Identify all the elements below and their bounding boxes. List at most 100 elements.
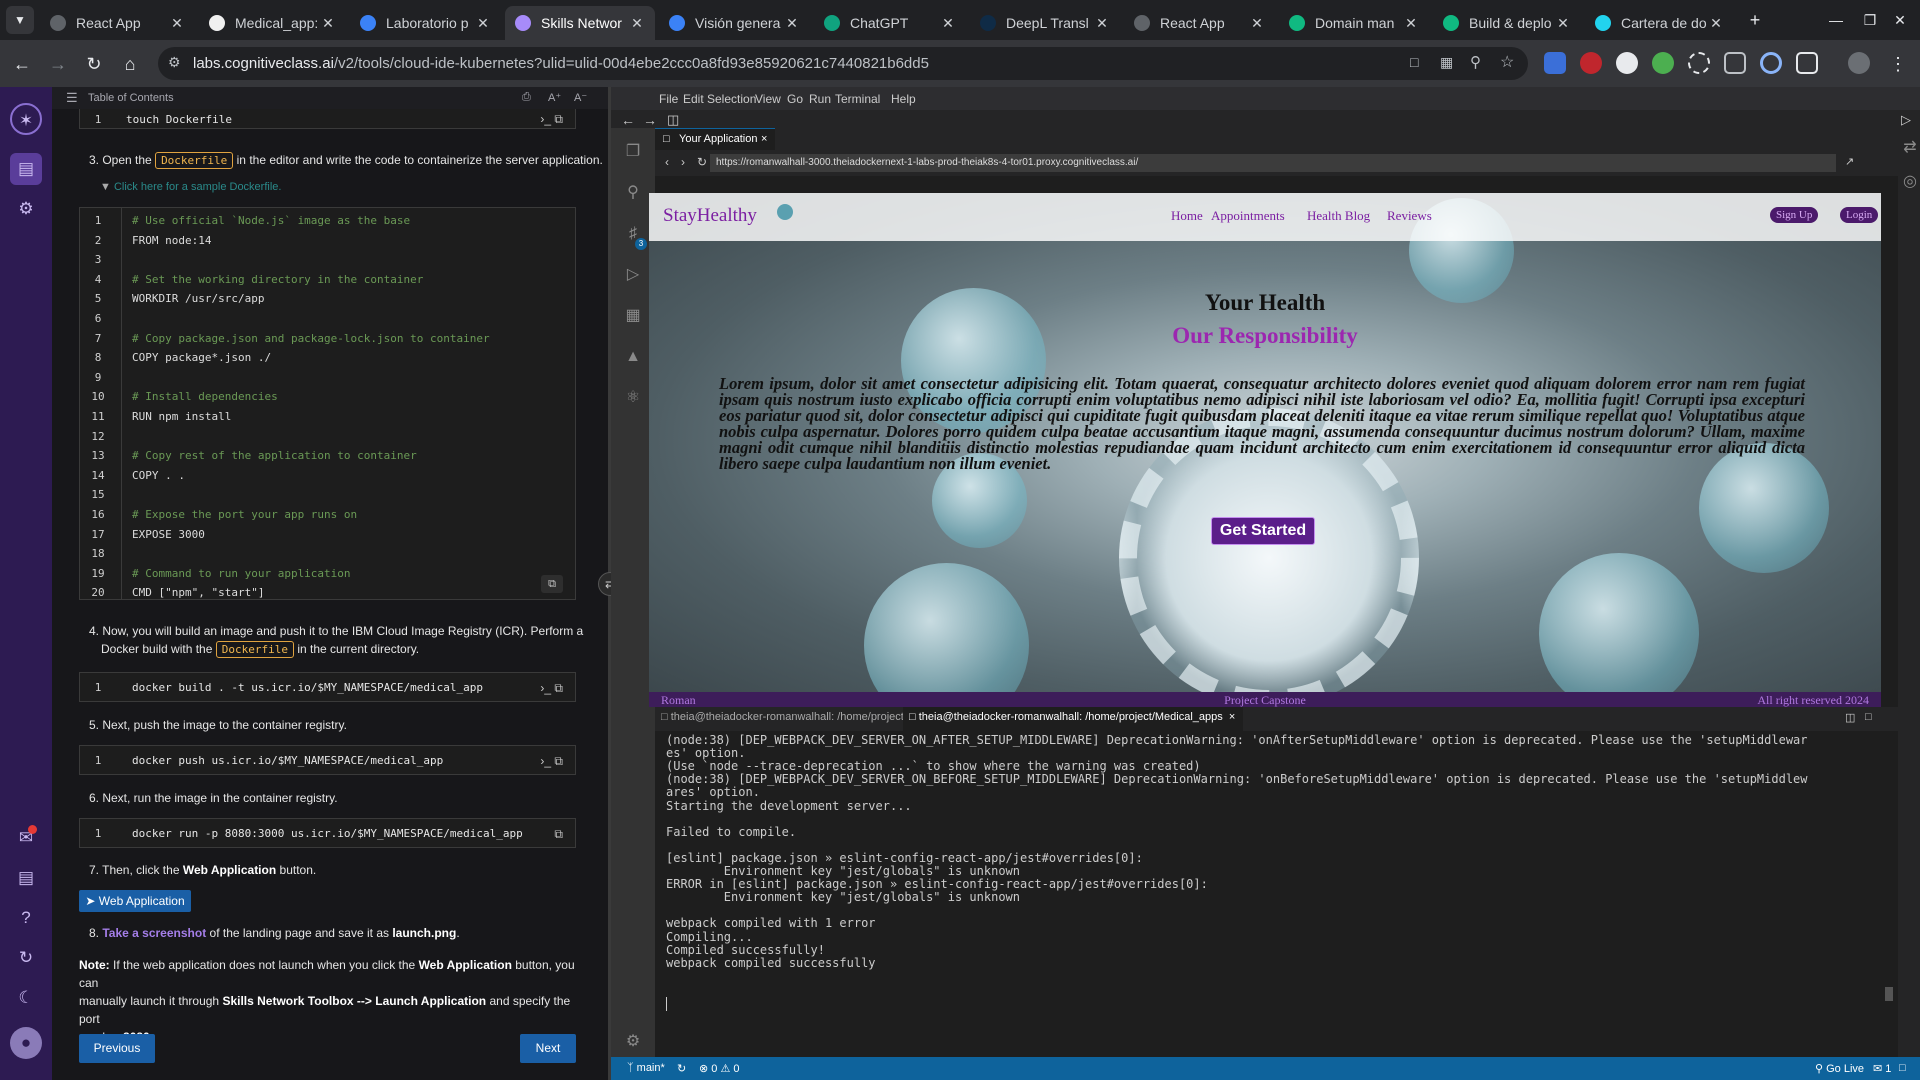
browser-tab[interactable]: Medical_app: ✕ <box>199 6 346 40</box>
terminal-tab-2[interactable]: □ theia@theiadocker-romanwalhall: /home/… <box>903 707 1244 731</box>
menu-view[interactable]: View <box>755 92 781 106</box>
new-tab-button[interactable]: + <box>1741 6 1769 34</box>
nav-home[interactable]: Home <box>1171 208 1203 224</box>
help-icon[interactable]: ? <box>10 902 42 934</box>
next-button[interactable]: Next <box>520 1034 576 1063</box>
zoom-icon[interactable]: ⚲ <box>1470 53 1481 71</box>
skills-network-logo[interactable]: ✶ <box>10 103 42 135</box>
menu-help[interactable]: Help <box>891 92 916 106</box>
preview-back-icon[interactable]: ‹ <box>665 155 669 169</box>
login-button[interactable]: Login <box>1840 207 1879 223</box>
nav-reviews[interactable]: Reviews <box>1387 208 1432 224</box>
execute-copy-icons[interactable]: ›_ ⧉ <box>540 112 563 127</box>
screen-extension-icon[interactable] <box>1724 52 1746 74</box>
menu-go[interactable]: Go <box>787 92 803 106</box>
toggle-sidebar-icon[interactable]: ◫ <box>667 112 679 128</box>
execute-copy-icons[interactable]: ›_ ⧉ <box>540 681 563 696</box>
dashed-extension-icon[interactable] <box>1688 52 1710 74</box>
browser-tab[interactable]: ChatGPT ✕ <box>814 6 966 40</box>
tab-close-icon[interactable]: ✕ <box>629 15 645 32</box>
preview-url-input[interactable]: https://romanwalhall-3000.theiadockernex… <box>710 154 1836 172</box>
close-tab-icon[interactable]: × <box>761 133 767 145</box>
tab-search-icon[interactable]: ▼ <box>6 6 34 34</box>
site-info-icon[interactable]: ⚙ <box>168 54 181 71</box>
preview-reload-icon[interactable]: ↻ <box>697 155 707 169</box>
get-started-button[interactable]: Get Started <box>1211 517 1315 545</box>
browser-tab[interactable]: Domain man ✕ <box>1279 6 1429 40</box>
branch-indicator[interactable]: ᛉ main* <box>627 1062 665 1074</box>
back-arrow-icon[interactable]: ← <box>8 50 36 78</box>
split-terminal-icon[interactable]: ◫ <box>1845 711 1855 724</box>
user-avatar[interactable]: ● <box>10 1027 42 1059</box>
extensions-icon[interactable]: ▦ <box>623 306 643 326</box>
browser-tab[interactable]: Build & deplo ✕ <box>1433 6 1581 40</box>
maximize-panel-icon[interactable]: □ <box>1865 711 1872 723</box>
nav-appointments[interactable]: Appointments <box>1211 208 1285 224</box>
menu-run[interactable]: Run <box>809 92 831 106</box>
sync-icon[interactable]: ↻ <box>10 942 42 974</box>
font-decrease-icon[interactable]: A⁻ <box>574 91 587 104</box>
browser-tab[interactable]: Visión genera ✕ <box>659 6 810 40</box>
sign-up-button[interactable]: Sign Up <box>1770 207 1819 223</box>
address-bar[interactable]: ⚙ labs.cognitiveclass.ai/v2/tools/cloud-… <box>158 47 1528 80</box>
open-external-icon[interactable]: ↗ <box>1845 155 1854 168</box>
browser-tab[interactable]: Skills Networ ✕ <box>505 6 655 40</box>
toggle-right-panel-icon[interactable]: ▷ <box>1901 112 1911 128</box>
go-live-button[interactable]: ⚲ Go Live <box>1815 1062 1864 1075</box>
execute-copy-icons[interactable]: ›_ ⧉ <box>540 754 563 769</box>
font-increase-icon[interactable]: A⁺ <box>548 91 561 104</box>
outline-icon[interactable]: ⇄ <box>1900 138 1920 158</box>
close-terminal-icon[interactable]: × <box>1226 711 1235 723</box>
menu-terminal[interactable]: Terminal <box>835 92 880 106</box>
tab-close-icon[interactable]: ✕ <box>1708 15 1724 32</box>
minimize-window-button[interactable]: — <box>1822 6 1850 34</box>
terminal-tab-1[interactable]: □ theia@theiadocker-romanwalhall: /home/… <box>661 711 904 723</box>
home-icon[interactable]: ⌂ <box>116 50 144 78</box>
print-icon[interactable]: ⎙ <box>522 91 531 104</box>
menu-file[interactable]: File <box>659 92 678 106</box>
ide-back-icon[interactable]: ← <box>621 112 635 128</box>
translate-extension-icon[interactable] <box>1544 52 1566 74</box>
preview-tab[interactable]: □ Your Application × <box>655 128 775 150</box>
feedback-icon[interactable]: ✉ <box>10 822 42 854</box>
restore-window-button[interactable]: ❐ <box>1856 6 1884 34</box>
puzzle-extension-icon[interactable] <box>1796 52 1818 74</box>
blocker-extension-icon[interactable] <box>1580 52 1602 74</box>
skills-network-toolbox-icon[interactable]: ⚛ <box>623 388 643 408</box>
circle-extension-icon[interactable] <box>1760 52 1782 74</box>
take-screenshot-link[interactable]: Take a screenshot <box>102 926 206 940</box>
profile-avatar[interactable] <box>1848 52 1870 74</box>
brand-logo[interactable]: StayHealthy <box>663 205 757 227</box>
explorer-icon[interactable]: ❐ <box>623 142 643 162</box>
browser-tab[interactable]: Cartera de do ✕ <box>1585 6 1734 40</box>
problems-indicator[interactable]: ⊗ 0 ⚠ 0 <box>699 1062 740 1075</box>
terminal-scrollbar[interactable] <box>1885 987 1893 1001</box>
notifications-indicator[interactable]: ✉ 1 <box>1873 1062 1891 1075</box>
ide-forward-icon[interactable]: → <box>643 112 657 128</box>
browser-tab[interactable]: React App ✕ <box>40 6 195 40</box>
search-icon[interactable]: ⚲ <box>623 183 643 203</box>
tab-close-icon[interactable]: ✕ <box>320 15 336 32</box>
browser-tab[interactable]: DeepL Transl ✕ <box>970 6 1120 40</box>
browser-tab[interactable]: React App ✕ <box>1124 6 1275 40</box>
terminal[interactable]: (node:38) [DEP_WEBPACK_DEV_SERVER_ON_AFT… <box>655 731 1898 1057</box>
browser-tab[interactable]: Laboratorio p ✕ <box>350 6 501 40</box>
hexagon-extension-icon[interactable] <box>1616 52 1638 74</box>
translate-icon[interactable]: ▦ <box>1440 54 1453 71</box>
web-application-button[interactable]: ➤ Web Application <box>79 890 191 912</box>
sample-dockerfile-toggle[interactable]: ▼ Click here for a sample Dockerfile. <box>100 181 281 193</box>
nav-health-blog[interactable]: Health Blog <box>1307 208 1370 224</box>
tab-close-icon[interactable]: ✕ <box>475 15 491 32</box>
menu-dots-icon[interactable]: ⋮ <box>1884 50 1912 78</box>
dark-mode-icon[interactable]: ☾ <box>10 982 42 1014</box>
hamburger-icon[interactable]: ☰ <box>66 90 78 106</box>
previous-button[interactable]: Previous <box>79 1034 155 1063</box>
toc-label[interactable]: Table of Contents <box>88 92 174 104</box>
preview-forward-icon[interactable]: › <box>681 155 685 169</box>
menu-selection[interactable]: Selection <box>707 92 756 106</box>
notes-icon[interactable]: ▤ <box>10 862 42 894</box>
toolbox-icon[interactable]: ⚙ <box>10 193 42 225</box>
tab-close-icon[interactable]: ✕ <box>1403 15 1419 32</box>
camera-off-icon[interactable]: □ <box>1410 54 1418 70</box>
instructions-icon[interactable]: ▤ <box>10 153 42 185</box>
